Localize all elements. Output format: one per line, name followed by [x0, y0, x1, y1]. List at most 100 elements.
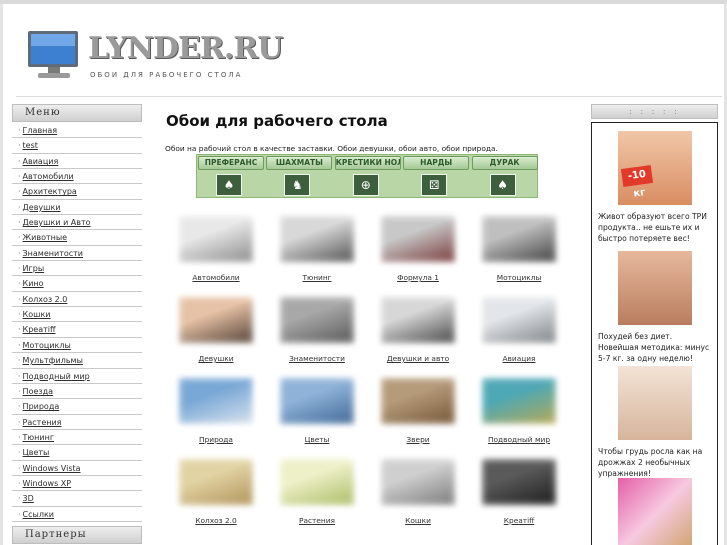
- wallpaper-thumb[interactable]: Авиация: [473, 291, 565, 369]
- ad-block[interactable]: Похудей без диет. Новейшая методика: мин…: [592, 251, 717, 364]
- wallpaper-thumb[interactable]: Знаменитости: [271, 291, 363, 369]
- wallpaper-thumb-image[interactable]: [476, 210, 562, 268]
- sidebar-item-link[interactable]: 3D: [23, 494, 34, 503]
- wallpaper-thumb-caption[interactable]: Кошки: [372, 516, 464, 525]
- sidebar-item-link[interactable]: Поезда: [23, 387, 54, 396]
- ad-image[interactable]: -10 кг: [617, 131, 692, 205]
- sidebar-item-link[interactable]: Главная: [23, 126, 58, 135]
- wallpaper-thumb-image[interactable]: [476, 453, 562, 511]
- wallpaper-thumb-caption[interactable]: Подводный мир: [473, 435, 565, 444]
- sidebar-item[interactable]: · Мотоциклы: [12, 338, 142, 354]
- sidebar-item-link[interactable]: Подводный мир: [23, 372, 90, 381]
- wallpaper-thumb-caption[interactable]: Девушки и авто: [372, 354, 464, 363]
- ad-image[interactable]: [617, 251, 692, 325]
- sidebar-item[interactable]: · Мультфильмы: [12, 353, 142, 369]
- ad-text[interactable]: Живот образуют всего ТРИ продукта.. не е…: [592, 211, 717, 244]
- sidebar-item-link[interactable]: Мотоциклы: [23, 341, 71, 350]
- wallpaper-thumb-image[interactable]: [274, 210, 360, 268]
- sidebar-item-link[interactable]: Девушки и Авто: [23, 218, 91, 227]
- wallpaper-thumb[interactable]: Цветы: [271, 372, 363, 450]
- wallpaper-thumb[interactable]: Формула 1: [372, 210, 464, 288]
- sidebar-item-link[interactable]: Игры: [23, 264, 45, 273]
- sidebar-item-link[interactable]: Растения: [23, 418, 62, 427]
- wallpaper-thumb-image[interactable]: [274, 291, 360, 349]
- wallpaper-thumb[interactable]: Креатiff: [473, 453, 565, 531]
- wallpaper-thumb-image[interactable]: [173, 372, 259, 430]
- sidebar-item[interactable]: · Животные: [12, 230, 142, 246]
- sidebar-item-link[interactable]: Колхоз 2.0: [23, 295, 68, 304]
- sidebar-item-link[interactable]: Архитектура: [23, 187, 77, 196]
- sidebar-item[interactable]: · Windows XP: [12, 476, 142, 492]
- game-link[interactable]: НАРДЫ ⚄: [402, 155, 470, 199]
- wallpaper-thumb[interactable]: Девушки: [170, 291, 262, 369]
- wallpaper-thumb-caption[interactable]: Цветы: [271, 435, 363, 444]
- wallpaper-thumb[interactable]: Звери: [372, 372, 464, 450]
- wallpaper-thumb[interactable]: Мотоциклы: [473, 210, 565, 288]
- wallpaper-thumb-caption[interactable]: Автомобили: [170, 273, 262, 282]
- sidebar-item-link[interactable]: Природа: [23, 402, 60, 411]
- wallpaper-thumb-image[interactable]: [375, 453, 461, 511]
- wallpaper-thumb-caption[interactable]: Формула 1: [372, 273, 464, 282]
- sidebar-item[interactable]: · Креатiff: [12, 322, 142, 338]
- wallpaper-thumb-image[interactable]: [173, 453, 259, 511]
- sidebar-item-link[interactable]: Тюнинг: [23, 433, 54, 442]
- sidebar-item[interactable]: · Девушки: [12, 200, 142, 216]
- sidebar-item[interactable]: · Поезда: [12, 384, 142, 400]
- wallpaper-thumb-caption[interactable]: Знаменитости: [271, 354, 363, 363]
- sidebar-item[interactable]: · Подводный мир: [12, 369, 142, 384]
- ad-text[interactable]: Похудей без диет. Новейшая методика: мин…: [592, 331, 717, 364]
- wallpaper-thumb-image[interactable]: [476, 372, 562, 430]
- ad-text[interactable]: Чтобы грудь росла как на дрожжах 2 необы…: [592, 446, 717, 479]
- sidebar-item-link[interactable]: Девушки: [23, 203, 61, 212]
- sidebar-item-link[interactable]: Автомобили: [23, 172, 74, 181]
- sidebar-item[interactable]: · Кино: [12, 276, 142, 292]
- sidebar-item[interactable]: · Игры: [12, 261, 142, 277]
- ad-image[interactable]: [617, 478, 692, 545]
- wallpaper-thumb-caption[interactable]: Мотоциклы: [473, 273, 565, 282]
- wallpaper-thumb-image[interactable]: [476, 291, 562, 349]
- sidebar-item-link[interactable]: Креатiff: [23, 325, 56, 334]
- sidebar-item-link[interactable]: Знаменитости: [23, 249, 83, 258]
- wallpaper-thumb-caption[interactable]: Растения: [271, 516, 363, 525]
- sidebar-item[interactable]: · Тюнинг: [12, 430, 142, 446]
- wallpaper-thumb-caption[interactable]: Авиация: [473, 354, 565, 363]
- sidebar-item[interactable]: · Природа: [12, 399, 142, 415]
- ad-block[interactable]: -10 кг Живот образуют всего ТРИ продукта.…: [592, 131, 717, 244]
- sidebar-item-link[interactable]: Windows Vista: [23, 464, 81, 473]
- wallpaper-thumb[interactable]: Природа: [170, 372, 262, 450]
- monitor-logo-icon[interactable]: [26, 29, 82, 81]
- sidebar-item[interactable]: · Цветы: [12, 445, 142, 461]
- sidebar-item-link[interactable]: Животные: [23, 233, 68, 242]
- wallpaper-thumb-caption[interactable]: Тюнинг: [271, 273, 363, 282]
- sidebar-item[interactable]: · Ссылки: [12, 507, 142, 522]
- sidebar-item[interactable]: · Колхоз 2.0: [12, 292, 142, 308]
- site-logo-text[interactable]: LYNDER.RU: [88, 34, 283, 64]
- wallpaper-thumb-caption[interactable]: Природа: [170, 435, 262, 444]
- wallpaper-thumb-caption[interactable]: Колхоз 2.0: [170, 516, 262, 525]
- wallpaper-thumb-image[interactable]: [274, 453, 360, 511]
- sidebar-item[interactable]: · Windows Vista: [12, 461, 142, 476]
- sidebar-item[interactable]: · Растения: [12, 415, 142, 430]
- sidebar-item[interactable]: · Автомобили: [12, 169, 142, 185]
- wallpaper-thumb-image[interactable]: [375, 210, 461, 268]
- game-link[interactable]: ШАХМАТЫ ♞: [265, 155, 333, 199]
- sidebar-item[interactable]: · Архитектура: [12, 184, 142, 200]
- wallpaper-thumb-caption[interactable]: Креатiff: [473, 516, 565, 525]
- wallpaper-thumb-image[interactable]: [173, 291, 259, 349]
- game-link[interactable]: ПРЕФЕРАНС ♠: [197, 155, 265, 199]
- sidebar-item-link[interactable]: Windows XP: [23, 479, 72, 488]
- game-link[interactable]: КРЕСТИКИ НОЛИКИ ⊕: [334, 155, 402, 199]
- wallpaper-thumb-caption[interactable]: Девушки: [170, 354, 262, 363]
- sidebar-item[interactable]: · 3D: [12, 491, 142, 507]
- wallpaper-thumb[interactable]: Кошки: [372, 453, 464, 531]
- wallpaper-thumb-image[interactable]: [274, 372, 360, 430]
- sidebar-item[interactable]: · Знаменитости: [12, 246, 142, 262]
- sidebar-item[interactable]: · Авиация: [12, 154, 142, 170]
- game-link[interactable]: ДУРАК ♠: [471, 155, 539, 199]
- ad-image[interactable]: [617, 366, 692, 440]
- sidebar-item-link[interactable]: Кошки: [23, 310, 51, 319]
- sidebar-item[interactable]: · Кошки: [12, 307, 142, 323]
- sidebar-item-link[interactable]: Мультфильмы: [23, 356, 83, 365]
- wallpaper-thumb-caption[interactable]: Звери: [372, 435, 464, 444]
- ad-block[interactable]: Чтобы грудь росла как на дрожжах 2 необы…: [592, 366, 717, 479]
